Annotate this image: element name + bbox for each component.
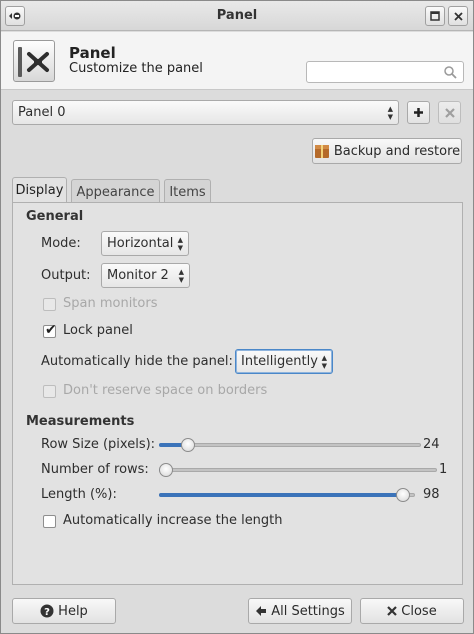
mode-label: Mode: [41,236,81,251]
row-size-value: 24 [423,437,440,452]
tab-items[interactable]: Items [164,179,211,204]
length-value: 98 [423,487,440,502]
window-title: Panel [216,8,258,23]
slider-handle[interactable] [181,438,196,452]
lock-panel-label: Lock panel [63,323,133,338]
close-icon [387,606,398,616]
lock-panel-checkbox[interactable]: ✔ [43,322,57,338]
search-input[interactable] [306,61,464,83]
output-value: Monitor 2 [107,268,169,283]
archive-icon [314,145,329,158]
help-button[interactable]: ? Help [12,598,116,624]
close-window-button[interactable] [448,6,468,26]
help-icon: ? [40,604,54,618]
title-bar: Panel [1,1,473,31]
panel-app-icon [13,40,55,82]
rows-value: 1 [439,462,448,477]
panel-selector-value: Panel 0 [18,105,66,120]
close-button[interactable]: Close [360,598,464,624]
reserve-space-checkbox[interactable] [43,385,56,398]
backup-restore-button[interactable]: Backup and restore [312,138,462,164]
panel-selector-combo[interactable]: Panel 0 ▲ ▼ [12,100,399,125]
spin-arrows-icon: ▲ ▼ [387,104,393,121]
spin-arrows-icon: ▲ ▼ [321,353,327,370]
row-size-label: Row Size (pixels): [41,437,156,452]
help-label: Help [58,603,88,619]
spin-arrows-icon: ▲ ▼ [178,267,184,284]
tab-display[interactable]: Display [12,177,67,203]
header-title: Panel [69,44,116,62]
all-settings-button[interactable]: All Settings [248,598,352,624]
plus-icon [414,108,423,117]
span-monitors-checkbox[interactable] [43,298,56,311]
remove-icon [444,107,455,118]
general-section-heading: General [26,209,84,224]
autohide-combo[interactable]: Intelligently ▲ ▼ [235,349,333,374]
output-combo[interactable]: Monitor 2 ▲ ▼ [101,263,190,288]
auto-length-label: Automatically increase the length [63,513,283,528]
row-size-slider[interactable] [159,437,421,453]
close-label: Close [401,603,437,619]
auto-length-checkbox[interactable] [43,515,56,528]
close-icon [453,11,463,21]
all-settings-label: All Settings [271,603,345,619]
checkmark-icon: ✔ [45,322,57,338]
panel-preferences-window: Panel Panel Customize the panel Panel 0 … [0,0,474,634]
backup-restore-label: Backup and restore [333,143,461,159]
length-label: Length (%): [41,487,117,502]
dialog-header: Panel Customize the panel [1,32,473,90]
slider-handle[interactable] [159,463,173,477]
spin-arrows-icon: ▲ ▼ [177,235,183,252]
slider-handle[interactable] [396,488,411,502]
span-monitors-label: Span monitors [63,296,158,311]
length-slider[interactable] [159,487,415,503]
tab-items-label: Items [169,184,206,200]
tab-appearance[interactable]: Appearance [71,179,160,204]
tab-display-label: Display [15,183,64,198]
header-subtitle: Customize the panel [69,61,203,76]
maximize-icon [430,11,440,21]
rows-label: Number of rows: [41,462,149,477]
add-panel-button[interactable] [407,101,430,124]
rows-slider[interactable] [159,462,437,478]
measurements-section-heading: Measurements [26,414,135,429]
svg-text:?: ? [44,607,50,618]
mode-combo[interactable]: Horizontal ▲ ▼ [101,231,189,256]
output-label: Output: [41,268,91,283]
back-arrow-icon [256,606,267,616]
maximize-button[interactable] [425,6,445,26]
tab-appearance-label: Appearance [76,184,155,200]
autohide-label: Automatically hide the panel: [41,354,233,369]
mode-value: Horizontal [107,236,174,251]
reserve-space-label: Don't reserve space on borders [63,383,268,398]
search-icon [444,66,457,79]
autohide-value: Intelligently [241,354,318,369]
remove-panel-button[interactable] [438,101,461,124]
